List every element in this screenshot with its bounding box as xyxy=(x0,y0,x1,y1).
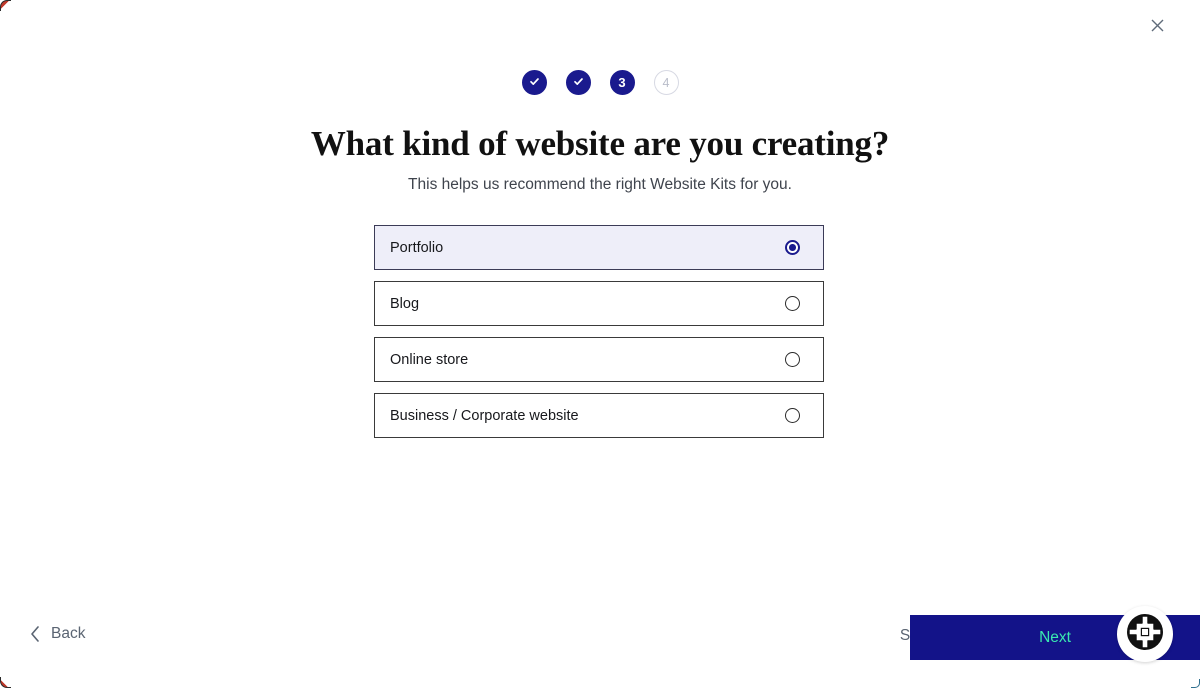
check-icon xyxy=(528,75,541,91)
option-online-store[interactable]: Online store xyxy=(374,337,824,382)
option-portfolio-label: Portfolio xyxy=(390,239,444,256)
page-title: What kind of website are you creating? xyxy=(310,124,890,163)
page-corner-top-left xyxy=(0,0,11,11)
page-corner-bottom-right xyxy=(1191,679,1200,688)
step-indicator-3[interactable]: 3 xyxy=(609,70,635,95)
next-button-label: Next xyxy=(1039,628,1071,646)
step-indicator-2[interactable] xyxy=(565,70,591,95)
chevron-left-icon xyxy=(30,626,40,642)
radio-online-store[interactable] xyxy=(785,352,800,367)
page-corner-bottom-left xyxy=(0,677,11,688)
close-button[interactable] xyxy=(1144,12,1170,38)
option-online-store-label: Online store xyxy=(390,351,469,368)
option-blog[interactable]: Blog xyxy=(374,281,824,326)
back-button-label: Back xyxy=(51,625,86,642)
back-button[interactable]: Back xyxy=(30,625,85,643)
step-indicator-4[interactable]: 4 xyxy=(653,70,679,95)
option-business-website[interactable]: Business / Corporate website xyxy=(374,393,824,438)
next-button[interactable]: Next xyxy=(910,615,1200,660)
step-indicator-3-label: 3 xyxy=(618,75,626,90)
step-indicator-4-label: 4 xyxy=(662,75,670,90)
page-subtitle: This helps us recommend the right Websit… xyxy=(408,176,792,193)
close-icon xyxy=(1151,19,1164,32)
option-business-website-label: Business / Corporate website xyxy=(390,407,579,424)
radio-blog[interactable] xyxy=(785,296,800,311)
website-type-option-list: Portfolio Blog Online store Business / C… xyxy=(374,225,824,438)
option-blog-label: Blog xyxy=(390,295,420,312)
step-indicator-1[interactable] xyxy=(521,70,547,95)
radio-portfolio[interactable] xyxy=(785,240,800,255)
option-portfolio[interactable]: Portfolio xyxy=(374,225,824,270)
progress-stepper: 3 4 xyxy=(0,70,1200,95)
radio-business-website[interactable] xyxy=(785,408,800,423)
check-icon xyxy=(572,75,585,91)
